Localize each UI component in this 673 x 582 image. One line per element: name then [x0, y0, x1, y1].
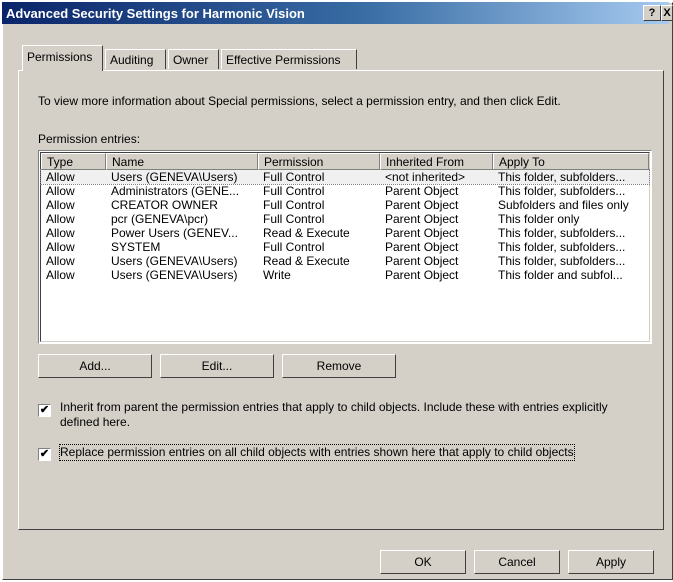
table-cell: Full Control	[263, 170, 325, 184]
table-cell: CREATOR OWNER	[111, 198, 218, 212]
table-row[interactable]: Allow pcr (GENEVA\pcr) Full Control Parent …	[41, 212, 649, 226]
table-cell: Parent Object	[385, 212, 459, 226]
table-cell: This folder, subfolders...	[498, 240, 626, 254]
replace-checkbox[interactable]: ✔	[38, 448, 51, 461]
table-cell: Allow	[46, 254, 75, 268]
ok-button[interactable]: OK	[380, 550, 466, 574]
apply-button[interactable]: Apply	[568, 550, 654, 574]
table-row[interactable]: Allow Users (GENEVA\Users) Full Control <no…	[40, 169, 650, 185]
table-cell: Administrators (GENE...	[111, 184, 240, 198]
table-row[interactable]: Allow Administrators (GENE... Full Control…	[41, 184, 649, 198]
title-bar[interactable]: Advanced Security Settings for Harmonic …	[2, 2, 673, 24]
cancel-button[interactable]: Cancel	[474, 550, 560, 574]
table-cell: Full Control	[263, 240, 325, 254]
table-cell: <not inherited>	[385, 170, 466, 184]
table-cell: Read & Execute	[263, 226, 350, 240]
add-button[interactable]: Add...	[38, 354, 152, 378]
table-cell: Parent Object	[385, 184, 459, 198]
info-text: To view more information about Special p…	[38, 94, 561, 108]
edit-button[interactable]: Edit...	[160, 354, 274, 378]
table-cell: Full Control	[263, 184, 325, 198]
table-cell: SYSTEM	[111, 240, 161, 254]
table-cell: Allow	[46, 240, 75, 254]
column-header-apply-to[interactable]: Apply To	[493, 153, 649, 170]
table-cell: Write	[263, 268, 291, 282]
column-header-type[interactable]: Type	[41, 153, 106, 170]
table-cell: This folder, subfolders...	[498, 254, 626, 268]
window-title: Advanced Security Settings for Harmonic …	[6, 6, 305, 21]
replace-checkbox-label[interactable]: Replace permission entries on all child …	[59, 444, 575, 461]
tab-auditing[interactable]: Auditing	[105, 49, 166, 69]
table-cell: This folder, subfolders...	[498, 170, 626, 184]
table-cell: Users (GENEVA\Users)	[111, 268, 238, 282]
table-cell: Full Control	[263, 212, 325, 226]
column-header-inherited-from[interactable]: Inherited From	[380, 153, 493, 170]
table-row[interactable]: Allow SYSTEM Full Control Parent Object This…	[41, 240, 649, 254]
remove-button[interactable]: Remove	[282, 354, 396, 378]
inherit-checkbox-label-line2[interactable]: defined here.	[60, 415, 130, 430]
inherit-checkbox[interactable]: ✔	[38, 404, 51, 417]
table-cell: Parent Object	[385, 254, 459, 268]
tab-label: Permissions	[27, 50, 93, 64]
table-cell: This folder only	[498, 212, 580, 226]
close-button[interactable]: X	[661, 5, 673, 21]
tab-permissions[interactable]: Permissions	[22, 45, 103, 71]
table-cell: Parent Object	[385, 240, 459, 254]
table-cell: This folder, subfolders...	[498, 184, 626, 198]
table-cell: Allow	[46, 226, 75, 240]
tab-owner[interactable]: Owner	[168, 49, 219, 69]
list-body: Type Name Permission Inherited From Appl…	[40, 152, 650, 342]
table-cell: Parent Object	[385, 226, 459, 240]
table-cell: Parent Object	[385, 268, 459, 282]
table-cell: Allow	[46, 170, 75, 184]
tab-label: Auditing	[110, 53, 154, 67]
table-cell: Read & Execute	[263, 254, 350, 268]
table-cell: This folder and subfol...	[498, 268, 623, 282]
tab-label: Effective Permissions	[226, 53, 341, 67]
table-cell: Allow	[46, 184, 75, 198]
inherit-checkbox-label-line1[interactable]: Inherit from parent the permission entri…	[60, 400, 608, 415]
table-row[interactable]: Allow Users (GENEVA\Users) Read & Execute P…	[41, 254, 649, 268]
help-button[interactable]: ?	[643, 5, 661, 21]
table-cell: Users (GENEVA\Users)	[111, 170, 238, 184]
column-header-permission[interactable]: Permission	[258, 153, 380, 170]
table-row[interactable]: Allow Power Users (GENEV... Read & Execute…	[41, 226, 649, 240]
entries-label: Permission entries:	[38, 132, 141, 146]
permission-entries-list[interactable]: Type Name Permission Inherited From Appl…	[38, 150, 652, 344]
table-cell: Allow	[46, 212, 75, 226]
table-cell: Subfolders and files only	[498, 198, 629, 212]
column-header-name[interactable]: Name	[106, 153, 258, 170]
table-cell: Parent Object	[385, 198, 459, 212]
table-cell: Users (GENEVA\Users)	[111, 254, 238, 268]
table-cell: Allow	[46, 198, 75, 212]
table-cell: pcr (GENEVA\pcr)	[111, 212, 209, 226]
tab-label: Owner	[173, 53, 209, 67]
table-cell: Full Control	[263, 198, 325, 212]
table-row[interactable]: Allow Users (GENEVA\Users) Write Parent Obj…	[41, 268, 649, 282]
table-cell: This folder, subfolders...	[498, 226, 626, 240]
table-cell: Allow	[46, 268, 75, 282]
table-row[interactable]: Allow CREATOR OWNER Full Control Parent Obj…	[41, 198, 649, 212]
table-cell: Power Users (GENEV...	[111, 226, 238, 240]
tab-effective-permissions[interactable]: Effective Permissions	[221, 49, 357, 69]
